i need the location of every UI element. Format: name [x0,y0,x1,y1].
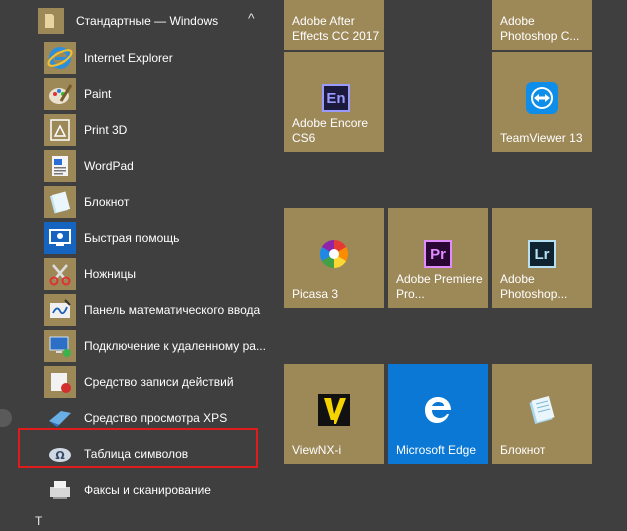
app-label: Факсы и сканирование [84,483,211,497]
app-label: Internet Explorer [84,51,173,65]
picasa-icon [318,238,350,270]
encore-icon: En [320,82,352,114]
app-wordpad[interactable]: WordPad [36,148,272,184]
remote-desktop-icon [44,330,76,362]
tile-viewnx[interactable]: ViewNX-i [284,364,384,464]
encore-glyph: En [322,84,350,112]
tile-label: Picasa 3 [292,287,339,301]
teamviewer-icon [526,82,558,114]
app-label: Paint [84,87,112,101]
tile-label: Adobe Premiere Pro... [396,272,483,301]
app-label: Ножницы [84,267,137,281]
app-print-3d[interactable]: Print 3D [36,112,272,148]
tile-after-effects[interactable]: Adobe After Effects CC 2017 [284,0,384,50]
chevron-up-icon[interactable]: ^ [248,10,255,26]
selection-highlight [18,428,258,468]
tile-notepad[interactable]: Блокнот [492,364,592,464]
notepad-icon [44,186,76,218]
lightroom-icon: Lr [526,238,558,270]
app-quick-assist[interactable]: Быстрая помощь [36,220,272,256]
tile-teamviewer[interactable]: TeamViewer 13 [492,52,592,152]
math-input-icon [44,294,76,326]
tile-photoshop[interactable]: Adobe Photoshop C... [492,0,592,50]
ie-icon [44,42,76,74]
premiere-glyph: Pr [424,240,452,268]
tile-label: ViewNX-i [292,443,342,457]
app-steps-recorder[interactable]: Средство записи действий [36,364,272,400]
print3d-icon [44,114,76,146]
app-internet-explorer[interactable]: Internet Explorer [36,40,272,76]
quick-assist-icon [44,222,76,254]
app-scissors[interactable]: Ножницы [36,256,272,292]
notepad-icon [526,394,558,426]
app-label: Print 3D [84,123,128,137]
app-label: Средство просмотра XPS [84,411,228,425]
tile-premiere[interactable]: Pr Adobe Premiere Pro... [388,208,488,308]
tile-encore[interactable]: En Adobe Encore CS6 [284,52,384,152]
scissors-icon [44,258,76,290]
tile-label: Adobe Photoshop... [500,272,568,301]
app-label: Подключение к удаленному ра... [84,339,266,353]
paint-icon [44,78,76,110]
tile-label: Microsoft Edge [396,443,477,457]
folder-accessories[interactable]: Стандартные — Windows ^ [36,4,272,36]
app-label: Блокнот [84,195,130,209]
wordpad-icon [44,150,76,182]
tile-label: Adobe After Effects CC 2017 [292,14,380,43]
app-label: Быстрая помощь [84,231,180,245]
viewnx-icon [318,394,350,426]
tile-microsoft-edge[interactable]: Microsoft Edge [388,364,488,464]
edge-icon [422,394,454,426]
folder-icon [38,8,64,34]
tile-label: TeamViewer 13 [500,131,583,145]
app-paint[interactable]: Paint [36,76,272,112]
tile-label: Adobe Photoshop C... [500,14,580,43]
tile-lightroom[interactable]: Lr Adobe Photoshop... [492,208,592,308]
steps-recorder-icon [44,366,76,398]
tile-picasa[interactable]: Picasa 3 [284,208,384,308]
fax-scan-icon [44,474,76,506]
app-label: WordPad [84,159,134,173]
app-fax-scan[interactable]: Факсы и сканирование [36,472,272,508]
tile-label: Блокнот [500,443,546,457]
folder-label: Стандартные — Windows [76,14,219,28]
app-remote-desktop[interactable]: Подключение к удаленному ра... [36,328,272,364]
app-math-input[interactable]: Панель математического ввода [36,292,272,328]
strip-indicator [0,409,12,427]
app-label: Панель математического ввода [84,303,261,317]
app-label: Средство записи действий [84,375,234,389]
lightroom-glyph: Lr [528,240,556,268]
premiere-icon: Pr [422,238,454,270]
app-notepad[interactable]: Блокнот [36,184,272,220]
tile-label: Adobe Encore CS6 [292,116,369,145]
